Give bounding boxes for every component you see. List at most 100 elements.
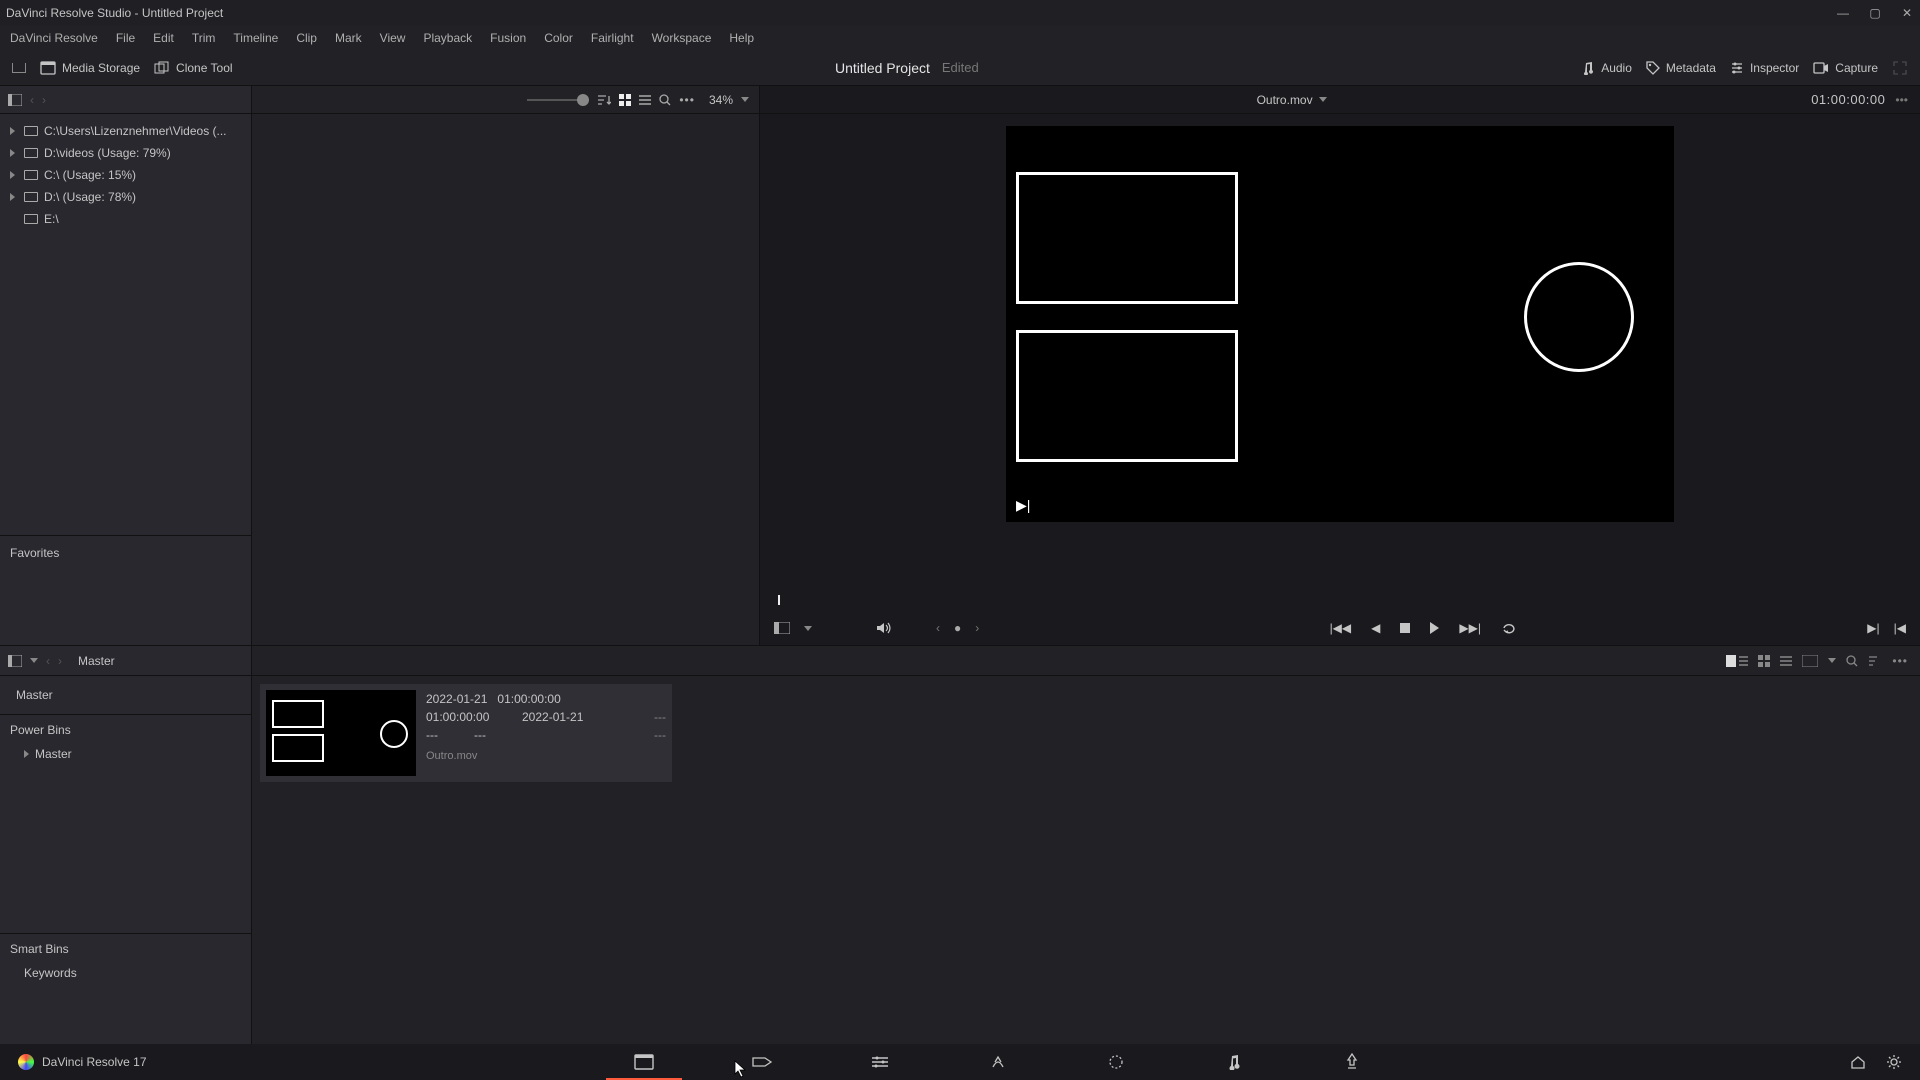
loop-icon[interactable]	[1501, 621, 1517, 635]
menu-item[interactable]: Workspace	[652, 31, 712, 45]
window-title: DaVinci Resolve Studio - Untitled Projec…	[6, 6, 223, 20]
breadcrumb-master[interactable]: Master	[78, 654, 115, 668]
page-edit[interactable]	[866, 1050, 894, 1074]
frame-mode-icon[interactable]	[1802, 655, 1818, 667]
clip-meta-dash: ---	[654, 710, 666, 724]
menu-item[interactable]: View	[380, 31, 406, 45]
nav-fwd-icon[interactable]: ›	[58, 654, 62, 668]
page-fusion[interactable]	[984, 1050, 1012, 1074]
tree-item-label: D:\videos (Usage: 79%)	[44, 146, 171, 160]
menu-item[interactable]: Mark	[335, 31, 362, 45]
menu-item[interactable]: File	[116, 31, 135, 45]
viewer-canvas[interactable]: ▶|	[1006, 126, 1674, 522]
zoom-value[interactable]: 34%	[709, 93, 733, 107]
layout-dropdown-icon[interactable]	[12, 63, 26, 73]
menu-item[interactable]: Clip	[296, 31, 317, 45]
bin-panel: ‹ › Master Master Power Bins Master Smar…	[0, 646, 252, 1044]
viewer-scrubber[interactable]	[772, 593, 1908, 609]
bin-item-master[interactable]: Master	[10, 684, 241, 706]
list-view-icon[interactable]	[639, 94, 651, 106]
go-last-icon[interactable]: ▶▶|	[1459, 621, 1481, 635]
list-view-icon[interactable]	[1780, 655, 1792, 667]
chevron-down-icon[interactable]	[804, 626, 812, 631]
step-back-icon[interactable]: ◀	[1371, 621, 1380, 635]
panel-layout-icon[interactable]	[8, 655, 22, 667]
go-first-icon[interactable]: |◀◀	[1330, 621, 1352, 635]
capture-button[interactable]: Capture	[1813, 61, 1878, 75]
bin-item-keywords[interactable]: Keywords	[10, 962, 241, 984]
chevron-down-icon[interactable]	[741, 97, 749, 102]
play-icon[interactable]	[1430, 622, 1439, 634]
speaker-icon[interactable]	[876, 621, 892, 635]
page-color[interactable]	[1102, 1050, 1130, 1074]
nav-fwd-icon[interactable]: ›	[42, 93, 46, 107]
minimize-icon[interactable]: —	[1836, 6, 1850, 20]
drive-icon	[24, 126, 38, 136]
search-icon[interactable]	[659, 94, 671, 106]
audio-button[interactable]: Audio	[1581, 61, 1632, 75]
clip-metadata: 2022-01-2101:00:00:00 01:00:00:002022-01…	[426, 690, 666, 776]
viewer-clip-name[interactable]: Outro.mov	[1257, 93, 1327, 107]
smart-bins-header: Smart Bins	[10, 942, 241, 956]
tree-item[interactable]: D:\videos (Usage: 79%)	[4, 142, 247, 164]
media-storage-button[interactable]: Media Storage	[40, 61, 140, 75]
menu-item[interactable]: Edit	[153, 31, 174, 45]
mark-out-icon[interactable]: |◀	[1894, 621, 1906, 635]
page-media[interactable]	[630, 1050, 658, 1074]
fullscreen-icon[interactable]	[1892, 60, 1908, 76]
viewer-options-icon[interactable]: •••	[1895, 93, 1908, 107]
sort-icon[interactable]	[1868, 655, 1882, 667]
menu-item[interactable]: Fairlight	[591, 31, 634, 45]
marker-next-icon[interactable]: ›	[975, 621, 979, 635]
menu-item[interactable]: Playback	[423, 31, 472, 45]
marker-prev-icon[interactable]: ‹	[936, 621, 940, 635]
frame-mode-icon[interactable]	[774, 622, 790, 634]
storage-panel: ‹ › C:\Users\Lizenznehmer\Videos (... D:…	[0, 86, 252, 645]
menu-item[interactable]: Fusion	[490, 31, 526, 45]
sort-icon[interactable]	[597, 94, 611, 106]
close-icon[interactable]: ✕	[1900, 6, 1914, 20]
stop-icon[interactable]	[1400, 623, 1410, 633]
gear-icon[interactable]	[1886, 1054, 1902, 1070]
nav-back-icon[interactable]: ‹	[30, 93, 34, 107]
page-cut[interactable]	[748, 1050, 776, 1074]
menu-item[interactable]: Trim	[192, 31, 216, 45]
grid-view-icon[interactable]	[619, 94, 631, 106]
chevron-right-icon	[10, 193, 18, 201]
mark-in-icon[interactable]: ▶|	[1867, 621, 1879, 635]
tree-item[interactable]: C:\Users\Lizenznehmer\Videos (...	[4, 120, 247, 142]
clip-thumbnail	[266, 690, 416, 776]
clone-tool-button[interactable]: Clone Tool	[154, 61, 232, 75]
tree-item[interactable]: E:\	[4, 208, 247, 230]
more-options-icon[interactable]: •••	[1892, 654, 1908, 668]
metadata-view-icon[interactable]	[1726, 655, 1748, 667]
page-deliver[interactable]	[1338, 1050, 1366, 1074]
storage-toolbar: ‹ ›	[0, 86, 251, 114]
menu-item[interactable]: Help	[729, 31, 754, 45]
menu-item[interactable]: Timeline	[233, 31, 278, 45]
search-icon[interactable]	[1846, 655, 1858, 667]
sliders-icon	[1730, 61, 1744, 75]
clip-card[interactable]: 2022-01-2101:00:00:00 01:00:00:002022-01…	[260, 684, 672, 782]
metadata-button[interactable]: Metadata	[1646, 61, 1716, 75]
chevron-right-icon	[24, 750, 29, 758]
more-options-icon[interactable]: •••	[679, 93, 695, 107]
thumbnail-size-slider[interactable]	[527, 99, 589, 101]
chevron-right-icon	[10, 127, 18, 135]
panel-layout-icon[interactable]	[8, 94, 22, 106]
menu-item[interactable]: Color	[544, 31, 573, 45]
page-fairlight[interactable]	[1220, 1050, 1248, 1074]
inspector-button[interactable]: Inspector	[1730, 61, 1799, 75]
tree-item[interactable]: C:\ (Usage: 15%)	[4, 164, 247, 186]
preview-shape-circle	[1524, 262, 1634, 372]
chevron-down-icon[interactable]	[1828, 658, 1836, 663]
home-icon[interactable]	[1850, 1055, 1866, 1069]
chevron-down-icon[interactable]	[30, 658, 38, 663]
bin-item-power-master[interactable]: Master	[10, 743, 241, 765]
viewer-timecode: 01:00:00:00	[1811, 92, 1885, 107]
nav-back-icon[interactable]: ‹	[46, 654, 50, 668]
menu-item[interactable]: DaVinci Resolve	[10, 31, 98, 45]
maximize-icon[interactable]: ▢	[1868, 6, 1882, 20]
tree-item[interactable]: D:\ (Usage: 78%)	[4, 186, 247, 208]
grid-view-icon[interactable]	[1758, 655, 1770, 667]
